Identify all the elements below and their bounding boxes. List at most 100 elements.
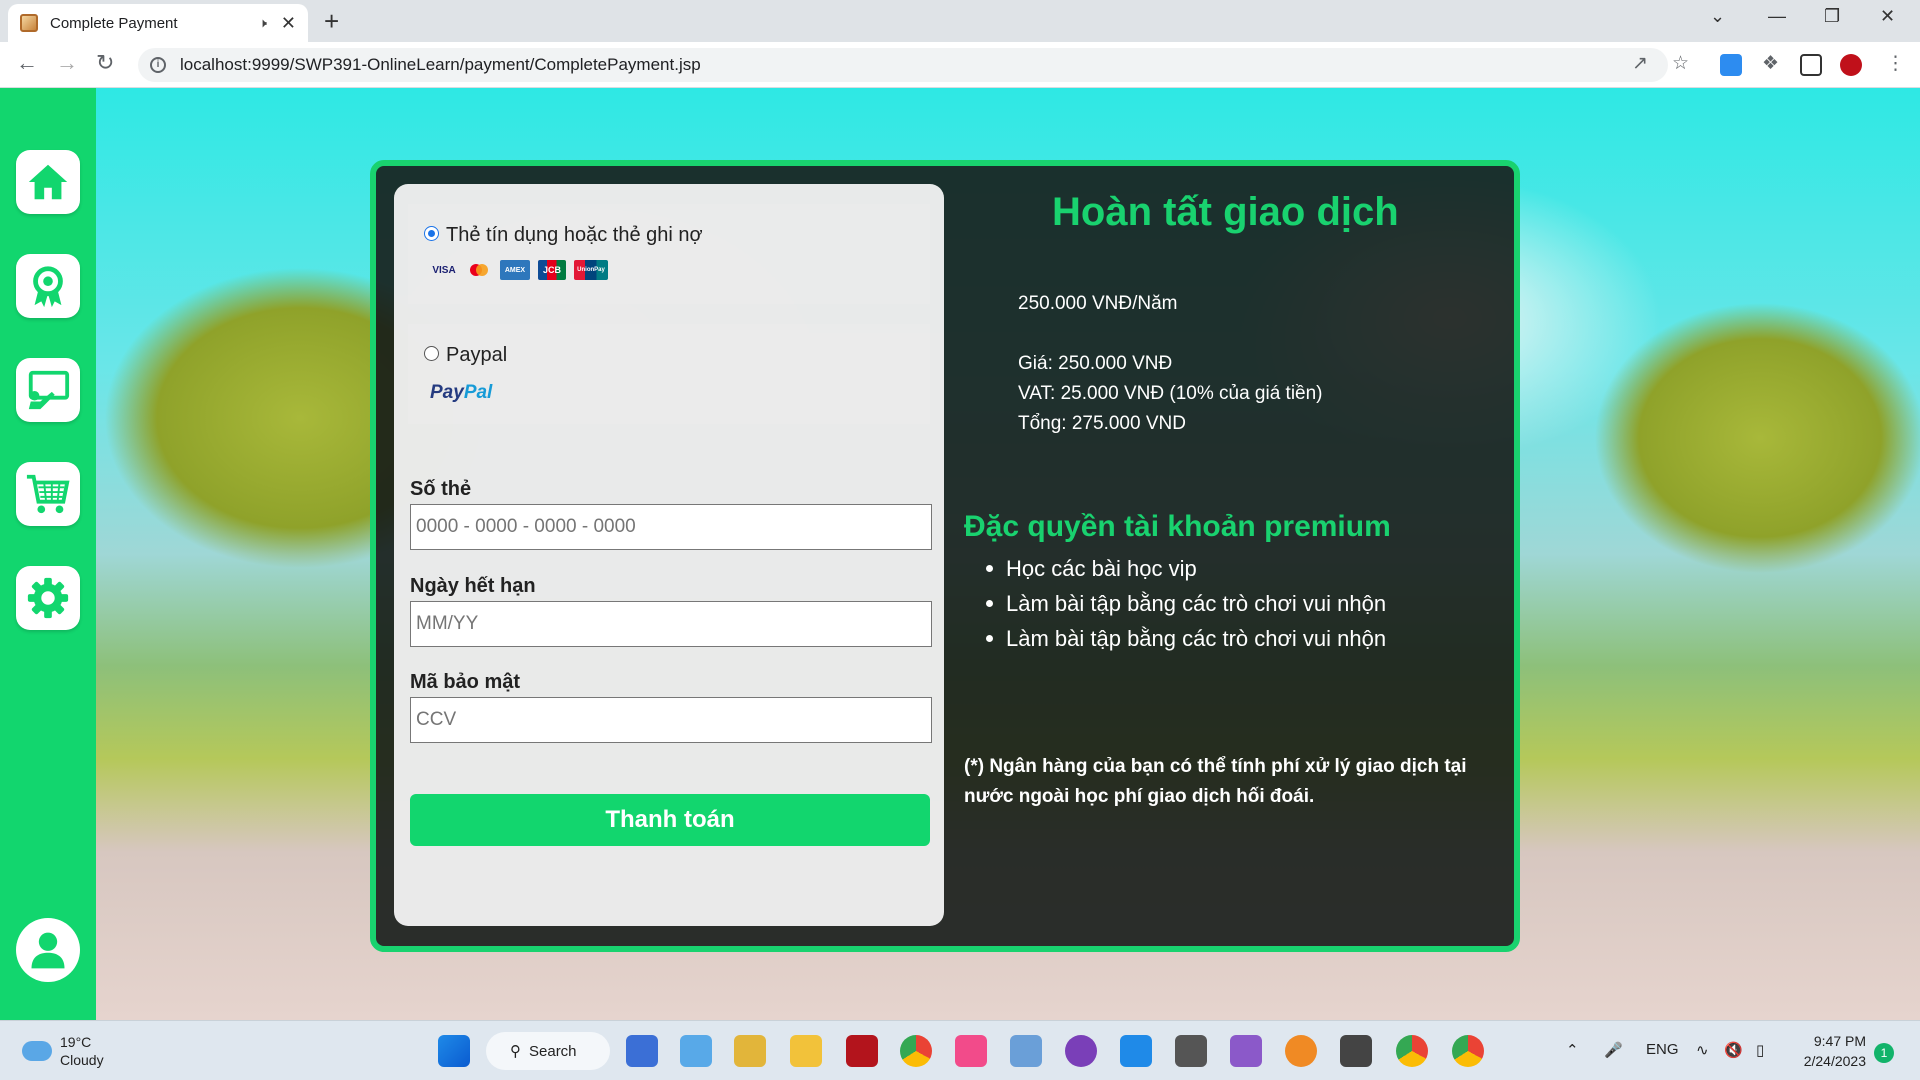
language-indicator[interactable]: ENG [1646,1041,1679,1058]
battery-icon[interactable]: ▯ [1756,1041,1764,1059]
sidebar-item-settings[interactable] [16,566,80,630]
speaker-icon[interactable]: 🕨 [259,15,267,31]
search-label: Search [529,1042,577,1060]
card-number-input[interactable] [410,504,932,550]
teaching-icon [28,370,70,410]
visa-logo: VISA [432,264,456,276]
minimize-icon[interactable]: — [1768,6,1786,27]
payment-panel: Thẻ tín dụng hoặc thẻ ghi nợ VISA AMEX J… [370,160,1520,952]
close-window-icon[interactable]: ✕ [1880,6,1895,27]
github-desktop-icon[interactable] [1065,1035,1097,1067]
jcb-logo: JCB [538,260,566,280]
perk-item: Học các bài học vip [985,556,1386,582]
notification-badge[interactable]: 1 [1874,1043,1894,1063]
intellij-icon[interactable] [955,1035,987,1067]
chrome-active-icon[interactable] [1396,1035,1428,1067]
unionpay-logo: UnionPay [574,260,608,280]
user-avatar-icon [31,932,65,969]
new-tab-button[interactable]: + [324,6,339,37]
app-cube-icon[interactable] [1010,1035,1042,1067]
paypal-radio[interactable] [424,346,439,361]
extensions-puzzle-icon[interactable]: ❖ [1762,52,1779,75]
blender-icon[interactable] [1285,1035,1317,1067]
clock-date: 2/24/2023 [1803,1053,1866,1069]
cloud-icon [22,1041,52,1061]
mastercard-logo [466,260,492,280]
tab-title: Complete Payment [50,14,178,32]
menu-icon[interactable]: ⋮ [1886,52,1905,75]
cart-icon [26,474,70,514]
fee-note: (*) Ngân hàng của bạn có thể tính phí xử… [964,756,1467,807]
microphone-icon[interactable]: 🎤 [1604,1041,1623,1059]
card-radio[interactable] [424,226,439,241]
tab-search-icon[interactable]: ⌄ [1710,6,1725,27]
url-input[interactable]: i localhost:9999/SWP391-OnlineLearn/paym… [138,48,1668,82]
site-info-icon[interactable]: i [150,57,166,73]
taskbar-search[interactable]: ⚲ Search [486,1032,610,1070]
search-icon: ⚲ [510,1043,521,1060]
side-panel-icon[interactable] [1800,54,1822,76]
security-code-input[interactable] [410,697,932,743]
reload-icon[interactable]: ↻ [96,50,114,76]
share-icon[interactable]: ↗ [1632,52,1648,75]
payment-option-paypal[interactable]: Paypal PayPal [408,324,930,424]
unity-hub-icon[interactable] [1340,1035,1372,1067]
payment-form: Thẻ tín dụng hoặc thẻ ghi nợ VISA AMEX J… [394,184,944,926]
card-number-label: Số thẻ [410,478,472,500]
system-clock[interactable]: 9:47 PM 2/24/2023 [1786,1031,1866,1071]
price-line: Giá: 250.000 VNĐ [1018,353,1173,374]
award-icon [33,266,63,308]
sidebar-item-achievements[interactable] [16,254,80,318]
perks-list: Học các bài học vip Làm bài tập bằng các… [985,556,1387,661]
paypal-logo: PayPal [430,382,493,403]
browser-tabbar: Complete Payment 🕨 ✕ + ⌄ — ❐ ✕ [0,0,1920,42]
perk-item: Làm bài tập bằng các trò chơi vui nhộn [985,591,1387,616]
sidebar-item-shop[interactable] [16,462,80,526]
perks-title: Đặc quyền tài khoản premium [964,510,1391,543]
perk-item: Làm bài tập bằng các trò chơi vui nhộn [985,626,1387,651]
chrome-profile-icon[interactable] [1452,1035,1484,1067]
back-icon[interactable]: ← [16,50,38,76]
vscode-icon[interactable] [1120,1035,1152,1067]
expiry-input[interactable] [410,601,932,647]
taskbar: 19°C Cloudy ⚲ Search ⌃ 🎤 ENG ∿ 🔇 ▯ 9:47 … [0,1020,1920,1080]
volume-muted-icon[interactable]: 🔇 [1724,1041,1743,1059]
visual-studio-icon[interactable] [1230,1035,1262,1067]
tray-chevron-icon[interactable]: ⌃ [1566,1041,1579,1059]
sidebar-item-lessons[interactable] [16,358,80,422]
payment-option-card[interactable]: Thẻ tín dụng hoặc thẻ ghi nợ VISA AMEX J… [408,204,930,304]
unity-icon[interactable] [1175,1035,1207,1067]
profile-avatar[interactable] [1840,54,1862,76]
address-bar: ← → ↻ i localhost:9999/SWP391-OnlineLear… [0,42,1920,88]
sidebar [0,88,96,1020]
chrome-icon[interactable] [900,1035,932,1067]
weather-condition: Cloudy [60,1052,104,1068]
restore-icon[interactable]: ❐ [1824,6,1840,27]
wifi-icon[interactable]: ∿ [1696,1041,1709,1059]
pay-button[interactable]: Thanh toán [410,794,930,846]
start-icon[interactable] [438,1035,470,1067]
recycle-bin-icon[interactable] [680,1035,712,1067]
extension-drop-icon[interactable] [1720,54,1742,76]
favicon-icon [20,14,38,32]
snipping-tool-icon[interactable] [734,1035,766,1067]
weather-widget[interactable]: 19°C Cloudy [22,1033,104,1069]
total-line: Tổng: 275.000 VND [1018,413,1186,434]
url-text: localhost:9999/SWP391-OnlineLearn/paymen… [180,55,701,74]
forward-icon[interactable]: → [56,50,78,76]
home-icon [28,164,68,200]
file-explorer-icon[interactable] [790,1035,822,1067]
vat-line: VAT: 25.000 VNĐ (10% của giá tiền) [1018,383,1323,404]
store-icon[interactable] [626,1035,658,1067]
card-logos: VISA AMEX JCB UnionPay [430,260,608,280]
browser-tab[interactable]: Complete Payment 🕨 ✕ [8,4,308,42]
paypal-option-label: Paypal [446,344,508,366]
close-tab-icon[interactable]: ✕ [281,13,296,34]
page-background: Thẻ tín dụng hoặc thẻ ghi nợ VISA AMEX J… [0,88,1920,1020]
game-app-icon[interactable] [846,1035,878,1067]
bookmark-star-icon[interactable]: ☆ [1672,52,1689,75]
expiry-label: Ngày hết hạn [410,575,536,597]
plan-price: 250.000 VNĐ/Năm [1018,293,1178,314]
sidebar-item-home[interactable] [16,150,80,214]
sidebar-item-profile[interactable] [16,918,80,982]
